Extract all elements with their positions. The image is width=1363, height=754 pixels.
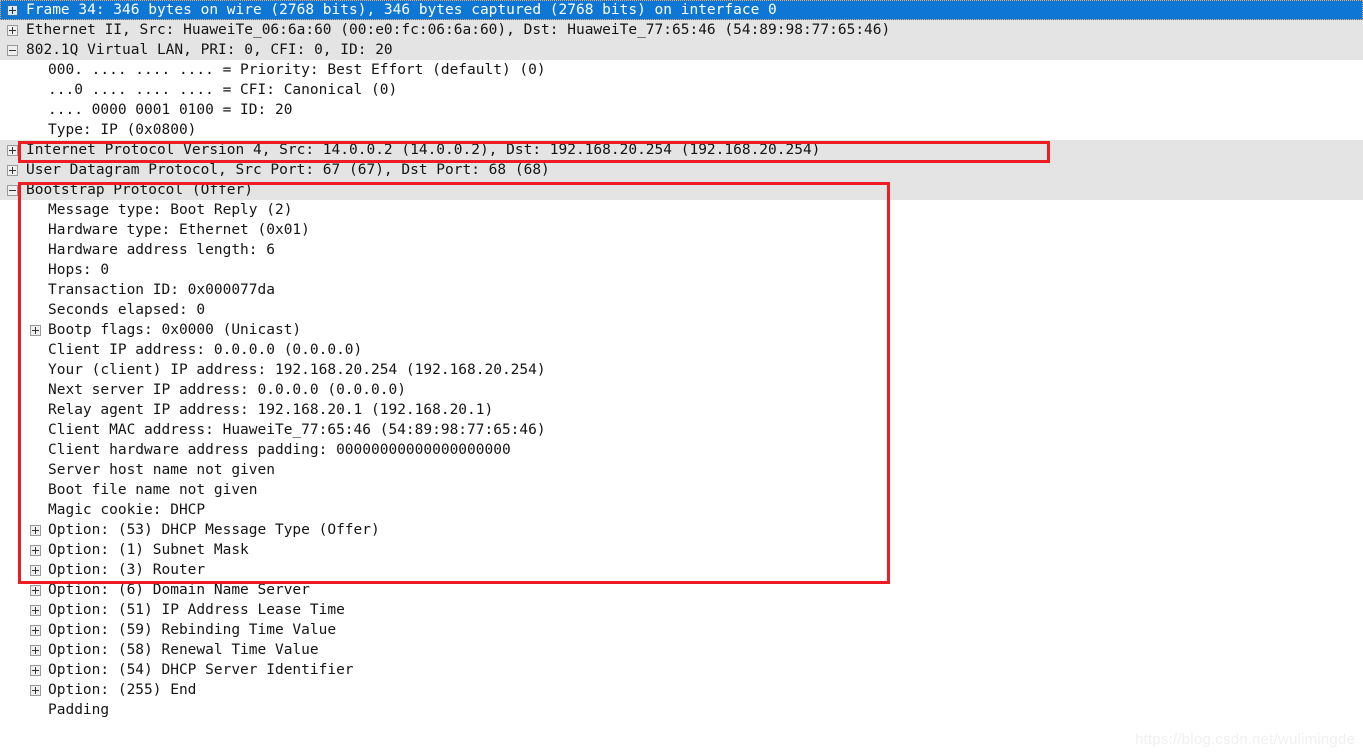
packet-detail-label: 802.1Q Virtual LAN, PRI: 0, CFI: 0, ID: … xyxy=(26,42,393,58)
packet-detail-label: .... 0000 0001 0100 = ID: 20 xyxy=(48,102,293,118)
packet-details-pane[interactable]: Frame 34: 346 bytes on wire (2768 bits),… xyxy=(0,0,1363,754)
plus-square-icon[interactable] xyxy=(7,5,18,16)
packet-detail-row[interactable]: Boot file name not given xyxy=(0,480,1363,500)
packet-detail-label: Bootstrap Protocol (Offer) xyxy=(26,182,253,198)
packet-detail-row[interactable]: Hardware type: Ethernet (0x01) xyxy=(0,220,1363,240)
watermark: https://blog.csdn.net/wulimingde xyxy=(1135,731,1355,748)
packet-detail-label: Internet Protocol Version 4, Src: 14.0.0… xyxy=(26,142,821,158)
packet-detail-label: Seconds elapsed: 0 xyxy=(48,302,206,318)
packet-detail-row[interactable]: .... 0000 0001 0100 = ID: 20 xyxy=(0,100,1363,120)
packet-detail-row[interactable]: 000. .... .... .... = Priority: Best Eff… xyxy=(0,60,1363,80)
packet-detail-row[interactable]: Padding xyxy=(0,700,1363,720)
packet-detail-label: Hardware address length: 6 xyxy=(48,242,275,258)
plus-square-icon[interactable] xyxy=(30,645,41,656)
minus-square-icon[interactable] xyxy=(7,185,18,196)
packet-detail-row[interactable]: Option: (1) Subnet Mask xyxy=(0,540,1363,560)
packet-detail-label: Option: (54) DHCP Server Identifier xyxy=(48,662,354,678)
packet-detail-label: Your (client) IP address: 192.168.20.254… xyxy=(48,362,546,378)
packet-detail-row[interactable]: Option: (53) DHCP Message Type (Offer) xyxy=(0,520,1363,540)
packet-detail-label: Transaction ID: 0x000077da xyxy=(48,282,275,298)
packet-detail-label: Option: (6) Domain Name Server xyxy=(48,582,310,598)
packet-detail-row[interactable]: Option: (51) IP Address Lease Time xyxy=(0,600,1363,620)
packet-detail-label: Option: (3) Router xyxy=(48,562,206,578)
minus-square-icon[interactable] xyxy=(7,45,18,56)
plus-square-icon[interactable] xyxy=(30,545,41,556)
packet-detail-label: Relay agent IP address: 192.168.20.1 (19… xyxy=(48,402,494,418)
packet-detail-row[interactable]: Hardware address length: 6 xyxy=(0,240,1363,260)
packet-detail-label: Hardware type: Ethernet (0x01) xyxy=(48,222,310,238)
packet-detail-row[interactable]: Client hardware address padding: 0000000… xyxy=(0,440,1363,460)
packet-detail-label: Bootp flags: 0x0000 (Unicast) xyxy=(48,322,302,338)
packet-detail-label: Frame 34: 346 bytes on wire (2768 bits),… xyxy=(26,2,777,18)
packet-detail-label: Padding xyxy=(48,702,110,718)
packet-detail-label: Hops: 0 xyxy=(48,262,110,278)
packet-detail-label: Client hardware address padding: 0000000… xyxy=(48,442,511,458)
packet-detail-row[interactable]: Bootp flags: 0x0000 (Unicast) xyxy=(0,320,1363,340)
packet-detail-row[interactable]: Option: (6) Domain Name Server xyxy=(0,580,1363,600)
packet-detail-row[interactable]: Option: (54) DHCP Server Identifier xyxy=(0,660,1363,680)
packet-detail-label: Magic cookie: DHCP xyxy=(48,502,206,518)
packet-detail-label: Type: IP (0x0800) xyxy=(48,122,197,138)
packet-detail-row[interactable]: Bootstrap Protocol (Offer) xyxy=(0,180,1363,200)
plus-square-icon[interactable] xyxy=(30,685,41,696)
plus-square-icon[interactable] xyxy=(30,625,41,636)
packet-detail-row[interactable]: Option: (255) End xyxy=(0,680,1363,700)
packet-detail-label: Option: (53) DHCP Message Type (Offer) xyxy=(48,522,380,538)
packet-detail-row[interactable]: Client IP address: 0.0.0.0 (0.0.0.0) xyxy=(0,340,1363,360)
packet-detail-row[interactable]: Option: (58) Renewal Time Value xyxy=(0,640,1363,660)
packet-detail-row[interactable]: Client MAC address: HuaweiTe_77:65:46 (5… xyxy=(0,420,1363,440)
packet-detail-label: ...0 .... .... .... = CFI: Canonical (0) xyxy=(48,82,398,98)
packet-detail-row[interactable]: Message type: Boot Reply (2) xyxy=(0,200,1363,220)
packet-detail-label: Message type: Boot Reply (2) xyxy=(48,202,293,218)
packet-detail-label: Server host name not given xyxy=(48,462,275,478)
packet-detail-row[interactable]: ...0 .... .... .... = CFI: Canonical (0) xyxy=(0,80,1363,100)
packet-detail-row[interactable]: Transaction ID: 0x000077da xyxy=(0,280,1363,300)
packet-detail-label: Boot file name not given xyxy=(48,482,258,498)
packet-detail-row[interactable]: Your (client) IP address: 192.168.20.254… xyxy=(0,360,1363,380)
packet-detail-row[interactable]: Option: (3) Router xyxy=(0,560,1363,580)
packet-detail-row[interactable]: Internet Protocol Version 4, Src: 14.0.0… xyxy=(0,140,1363,160)
plus-square-icon[interactable] xyxy=(30,665,41,676)
plus-square-icon[interactable] xyxy=(30,585,41,596)
packet-detail-row[interactable]: Hops: 0 xyxy=(0,260,1363,280)
plus-square-icon[interactable] xyxy=(7,145,18,156)
packet-detail-label: Client IP address: 0.0.0.0 (0.0.0.0) xyxy=(48,342,363,358)
packet-detail-label: User Datagram Protocol, Src Port: 67 (67… xyxy=(26,162,550,178)
plus-square-icon[interactable] xyxy=(7,165,18,176)
packet-detail-row[interactable]: Relay agent IP address: 192.168.20.1 (19… xyxy=(0,400,1363,420)
packet-detail-row[interactable]: Server host name not given xyxy=(0,460,1363,480)
packet-detail-row[interactable]: Frame 34: 346 bytes on wire (2768 bits),… xyxy=(0,0,1363,20)
packet-detail-row[interactable]: Seconds elapsed: 0 xyxy=(0,300,1363,320)
packet-detail-row[interactable]: 802.1Q Virtual LAN, PRI: 0, CFI: 0, ID: … xyxy=(0,40,1363,60)
plus-square-icon[interactable] xyxy=(30,565,41,576)
packet-detail-row[interactable]: Magic cookie: DHCP xyxy=(0,500,1363,520)
packet-detail-label: Option: (59) Rebinding Time Value xyxy=(48,622,337,638)
plus-square-icon[interactable] xyxy=(7,25,18,36)
packet-detail-label: Client MAC address: HuaweiTe_77:65:46 (5… xyxy=(48,422,546,438)
plus-square-icon[interactable] xyxy=(30,525,41,536)
packet-detail-label: Next server IP address: 0.0.0.0 (0.0.0.0… xyxy=(48,382,406,398)
packet-detail-row[interactable]: Ethernet II, Src: HuaweiTe_06:6a:60 (00:… xyxy=(0,20,1363,40)
packet-detail-label: Option: (255) End xyxy=(48,682,197,698)
packet-detail-row[interactable]: Type: IP (0x0800) xyxy=(0,120,1363,140)
packet-detail-row[interactable]: Next server IP address: 0.0.0.0 (0.0.0.0… xyxy=(0,380,1363,400)
packet-detail-row[interactable]: User Datagram Protocol, Src Port: 67 (67… xyxy=(0,160,1363,180)
packet-detail-label: 000. .... .... .... = Priority: Best Eff… xyxy=(48,62,546,78)
packet-detail-label: Ethernet II, Src: HuaweiTe_06:6a:60 (00:… xyxy=(26,22,891,38)
plus-square-icon[interactable] xyxy=(30,325,41,336)
plus-square-icon[interactable] xyxy=(30,605,41,616)
packet-detail-label: Option: (51) IP Address Lease Time xyxy=(48,602,345,618)
packet-detail-label: Option: (1) Subnet Mask xyxy=(48,542,249,558)
packet-detail-label: Option: (58) Renewal Time Value xyxy=(48,642,319,658)
packet-detail-row[interactable]: Option: (59) Rebinding Time Value xyxy=(0,620,1363,640)
